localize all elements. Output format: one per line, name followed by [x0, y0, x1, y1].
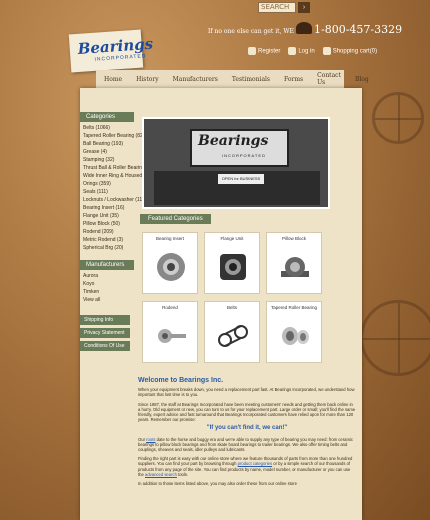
bearing-insert-icon	[157, 253, 185, 281]
nav-contact-us[interactable]: Contact Us	[317, 72, 341, 86]
nav-history[interactable]: History	[136, 76, 159, 83]
manufacturer-link[interactable]: Koyo	[83, 280, 134, 288]
open-banner: OPEN for BUSINESS	[218, 174, 264, 184]
welcome-title: Welcome to Bearings Inc.	[138, 377, 224, 384]
shipping-info-button[interactable]: Shipping Info	[80, 315, 130, 325]
phone-number: 1-800-457-3329	[314, 23, 403, 36]
welcome-paragraph: In addition to those items listed above,…	[138, 481, 297, 487]
category-link[interactable]: Metric Rodend (3)	[83, 236, 134, 244]
login-label: Log in	[298, 48, 315, 55]
search-button[interactable]: ›	[298, 2, 310, 13]
login-link[interactable]: Log in	[288, 47, 315, 55]
nav-home[interactable]: Home	[104, 76, 122, 83]
category-link[interactable]: Belts (1066)	[83, 124, 134, 132]
categories-heading: Categories	[80, 112, 134, 122]
category-link[interactable]: Pillow Block (50)	[83, 220, 134, 228]
welcome-section: Welcome to Bearings Inc. When your equip…	[138, 377, 356, 490]
category-link[interactable]: Grease (4)	[83, 148, 134, 156]
belts-icon	[218, 325, 248, 347]
featured-card-bearing-insert[interactable]: Bearing Insert	[142, 232, 198, 294]
category-link[interactable]: Flange Unit (35)	[83, 212, 134, 220]
cart-label: Shopping cart(0)	[332, 48, 378, 55]
register-label: Register	[258, 48, 281, 55]
manufacturer-view-all[interactable]: View all	[83, 296, 134, 304]
welcome-paragraph: Since 1887, the staff at Bearings Incorp…	[138, 401, 356, 423]
manufacturers-list: Aurora Koyo Timken View all	[80, 272, 134, 304]
utility-links: Register Log in Shopping cart(0)	[248, 47, 377, 55]
welcome-paragraph: Finding the right part is easy with our …	[138, 456, 356, 477]
featured-card-pillow-block[interactable]: Pillow Block	[266, 232, 322, 294]
advanced-search-link[interactable]: advanced search	[145, 472, 177, 477]
category-link[interactable]: Thrust Ball & Roller Bearing (1)	[83, 164, 152, 172]
featured-card-label: Bearing Insert	[155, 236, 184, 241]
category-link[interactable]: Locknuts / Lockwasher (119)	[83, 196, 147, 204]
featured-card-label: Tapered Roller Bearing	[270, 305, 318, 310]
manufacturer-link[interactable]: Aurora	[83, 272, 134, 280]
conditions-of-use-button[interactable]: Conditions Of Use	[80, 341, 130, 351]
welcome-paragraph: Our roots date to the horse and buggy er…	[138, 437, 356, 453]
featured-card-flange-unit[interactable]: Flange Unit	[204, 232, 260, 294]
flange-unit-icon	[220, 254, 246, 280]
category-link[interactable]: Tapered Roller Bearing (823)	[83, 132, 147, 140]
category-link[interactable]: Rodend (209)	[83, 228, 134, 236]
store-sign-subtitle: INCORPORATED	[222, 153, 266, 158]
featured-card-belts[interactable]: Belts	[204, 301, 260, 363]
rodend-icon	[158, 329, 186, 343]
welcome-paragraph: When your equipment breaks down, you nee…	[138, 387, 355, 398]
register-icon	[248, 47, 256, 55]
nav-forms[interactable]: Forms	[284, 76, 303, 83]
category-link[interactable]: Orings (359)	[83, 180, 134, 188]
category-link[interactable]: Stamping (32)	[83, 156, 134, 164]
store-sign: Bearings INCORPORATED	[190, 129, 289, 167]
featured-card-rodend[interactable]: Rodend	[142, 301, 198, 363]
register-link[interactable]: Register	[248, 47, 280, 55]
privacy-statement-button[interactable]: Privacy Statement	[80, 328, 130, 338]
cart-link[interactable]: Shopping cart(0)	[322, 47, 378, 55]
text-segment: tools.	[176, 471, 189, 477]
wagon-wheel-decoration	[372, 92, 424, 144]
featured-card-label: Belts	[226, 305, 237, 310]
pillow-block-icon	[281, 257, 309, 277]
cart-icon	[322, 47, 331, 55]
featured-card-tapered-roller-bearing[interactable]: Tapered Roller Bearing	[266, 301, 322, 363]
store-sign-title: Bearings	[198, 133, 269, 149]
wagon-wheel-decoration	[360, 300, 430, 376]
manufacturer-link[interactable]: Timken	[83, 288, 134, 296]
text-segment: date to the horse and buggy era and we'r…	[138, 436, 353, 453]
promise-quote: "If you can't find it, we can!"	[206, 425, 288, 432]
nav-testimonials[interactable]: Testimonials	[232, 76, 270, 83]
nav-blog[interactable]: Blog	[355, 76, 369, 83]
main-nav: Home History Manufacturers Testimonials …	[96, 70, 369, 88]
category-link[interactable]: Seals (111)	[83, 188, 134, 196]
featured-categories-heading: Featured Categories	[140, 214, 211, 224]
logo[interactable]: Bearings INCORPORATED	[68, 29, 154, 73]
featured-card-label: Pillow Block	[281, 236, 306, 241]
search-input[interactable]: SEARCH	[258, 2, 296, 13]
featured-card-label: Flange Unit	[220, 236, 244, 241]
sidebar: Categories Belts (1066) Tapered Roller B…	[80, 112, 168, 354]
tapered-roller-bearing-icon	[282, 327, 309, 345]
phone-icon	[296, 22, 312, 34]
featured-card-label: Rodend	[162, 305, 178, 310]
storefront-photo: Bearings INCORPORATED OPEN for BUSINESS	[142, 117, 330, 209]
category-link[interactable]: Spherical Brg (20)	[83, 244, 134, 252]
login-icon	[288, 47, 297, 55]
categories-list: Belts (1066) Tapered Roller Bearing (823…	[80, 124, 168, 252]
nav-manufacturers[interactable]: Manufacturers	[173, 76, 218, 83]
category-link[interactable]: Bearing Insert (16)	[83, 204, 134, 212]
category-link[interactable]: Wide Inner Ring & Housed Units (511)	[83, 172, 168, 180]
manufacturers-heading: Manufacturers	[80, 260, 134, 270]
category-link[interactable]: Ball Bearing (193)	[83, 140, 134, 148]
